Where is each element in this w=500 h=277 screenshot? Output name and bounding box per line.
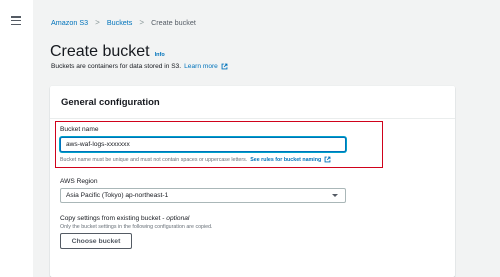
breadcrumb-amazon-s3[interactable]: Amazon S3	[51, 18, 88, 27]
external-link-icon	[221, 63, 228, 70]
choose-bucket-button[interactable]: Choose bucket	[60, 233, 132, 249]
bucket-naming-rules-link[interactable]: See rules for bucket naming	[250, 156, 331, 163]
bucket-name-help-text: Bucket name must be unique and must not …	[60, 156, 248, 163]
page-description: Buckets are containers for data stored i…	[51, 63, 228, 70]
info-link[interactable]: Info	[155, 52, 165, 58]
learn-more-label: Learn more	[184, 63, 218, 70]
caret-down-icon	[332, 194, 338, 197]
page-title: Create bucket	[50, 43, 150, 60]
learn-more-link[interactable]: Learn more	[184, 63, 228, 70]
bucket-naming-rules-label: See rules for bucket naming	[250, 156, 322, 163]
page-description-text: Buckets are containers for data stored i…	[51, 63, 182, 70]
bucket-name-help: Bucket name must be unique and must not …	[60, 156, 331, 163]
bucket-name-label: Bucket name	[60, 126, 99, 133]
copy-settings-label-text: Copy settings from existing bucket	[60, 215, 161, 222]
copy-settings-description: Only the bucket settings in the followin…	[60, 224, 213, 230]
hamburger-menu-icon[interactable]	[11, 16, 21, 25]
bucket-name-input[interactable]: aws-waf-logs-xxxxxxx	[60, 137, 346, 152]
aws-region-label: AWS Region	[60, 178, 98, 185]
page-title-row: Create bucket Info	[50, 43, 165, 61]
copy-settings-optional: optional	[166, 215, 190, 222]
copy-settings-label: Copy settings from existing bucket - opt…	[60, 215, 189, 222]
aws-region-select[interactable]: Asia Pacific (Tokyo) ap-northeast-1	[60, 188, 346, 203]
panel-header: General configuration	[50, 86, 455, 119]
panel-title: General configuration	[61, 97, 160, 108]
external-link-icon	[324, 156, 331, 163]
breadcrumb-create-bucket: Create bucket	[151, 18, 196, 27]
breadcrumb: Amazon S3 > Buckets > Create bucket	[51, 18, 196, 27]
breadcrumb-separator-icon: >	[95, 18, 100, 27]
bucket-name-value: aws-waf-logs-xxxxxxx	[66, 141, 130, 148]
aws-region-selected: Asia Pacific (Tokyo) ap-northeast-1	[66, 192, 169, 199]
breadcrumb-buckets[interactable]: Buckets	[107, 18, 133, 27]
breadcrumb-separator-icon: >	[139, 18, 145, 27]
